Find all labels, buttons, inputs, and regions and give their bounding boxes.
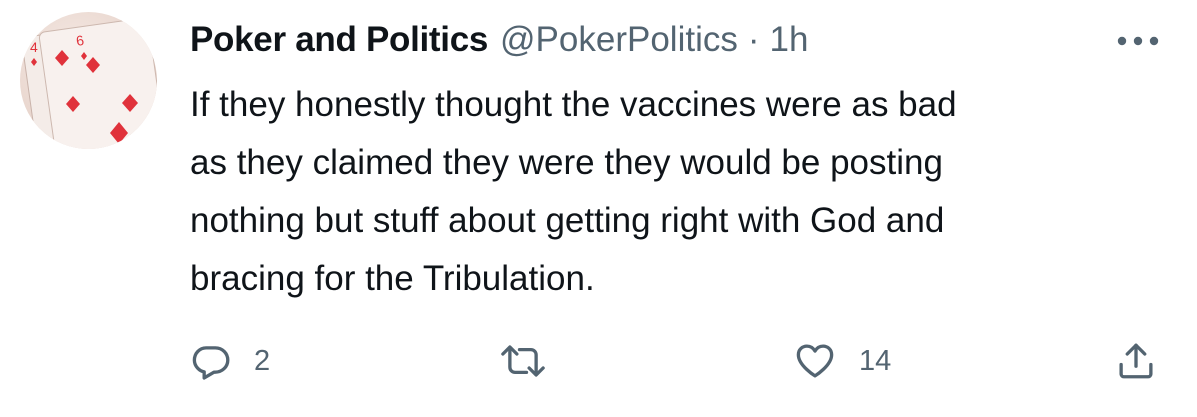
tweet-text-line: If they honestly thought the vaccines we… [190, 85, 957, 124]
separator-dot: · [747, 20, 760, 59]
tweet[interactable]: 4 6 Poker and Politics @PokerPolitics · … [0, 0, 1197, 417]
timestamp[interactable]: 1h [770, 20, 809, 60]
share-button[interactable] [1115, 340, 1157, 382]
tweet-text-line: bracing for the Tribulation. [190, 259, 595, 298]
display-name[interactable]: Poker and Politics [190, 20, 488, 60]
tweet-text: If they honestly thought the vaccines we… [190, 76, 1150, 308]
like-button[interactable]: 14 [793, 340, 891, 382]
reply-button[interactable]: 2 [190, 340, 270, 382]
like-count: 14 [859, 344, 892, 377]
heart-icon [793, 340, 837, 382]
share-icon [1115, 340, 1157, 382]
avatar[interactable]: 4 6 [20, 12, 157, 149]
reply-icon [190, 340, 232, 382]
user-handle[interactable]: @PokerPolitics [500, 20, 738, 60]
tweet-text-line: as they claimed they were they would be … [190, 143, 943, 182]
more-horizontal-icon[interactable] [1117, 34, 1159, 46]
retweet-icon [498, 340, 548, 382]
tweet-header: Poker and Politics @PokerPolitics · 1h [190, 16, 808, 64]
reply-count: 2 [254, 344, 271, 377]
retweet-button[interactable] [498, 340, 570, 382]
tweet-text-line: nothing but stuff about getting right wi… [190, 201, 945, 240]
card-rank-four: 4 [30, 39, 38, 55]
playing-cards-image: 4 6 [21, 17, 157, 149]
